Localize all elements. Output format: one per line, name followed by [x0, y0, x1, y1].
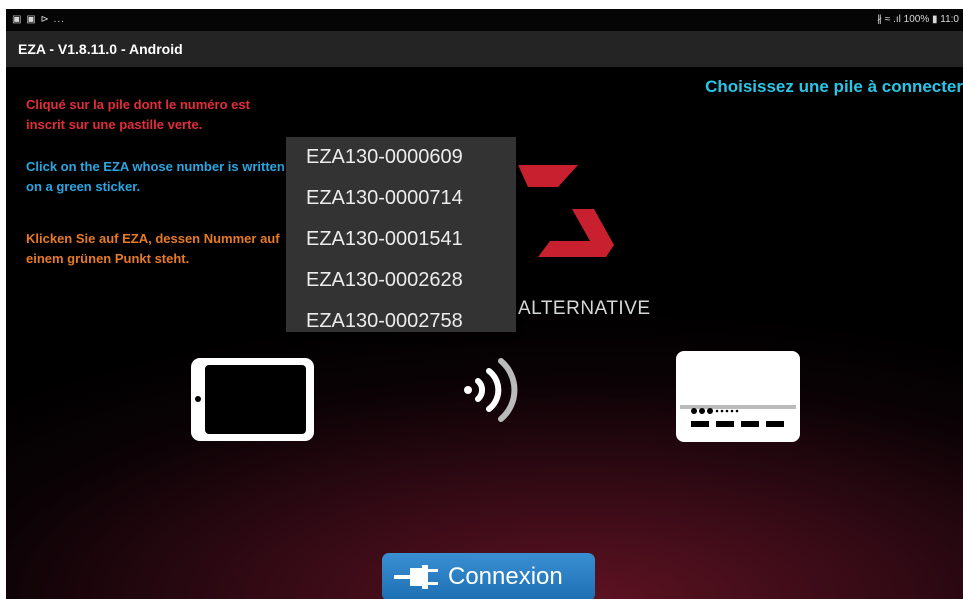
main-content: Choisissez une pile à connecter Cliqué s… [6, 67, 963, 599]
battery-device-icon [676, 351, 800, 442]
instruction-english: Click on the EZA whose number is written… [26, 159, 285, 194]
instruction-german: Klicken Sie auf EZA, dessen Nummer auf e… [26, 231, 280, 266]
device-list-item[interactable]: EZA130-0002758 [286, 301, 516, 332]
device-list-item[interactable]: EZA130-0000714 [286, 178, 516, 219]
eza-logo-mark [518, 165, 614, 257]
logo-text: ALTERNATIVE [518, 298, 651, 319]
notification-icons: ▣ ▣ ⊳ ... [12, 14, 65, 25]
tablet-icon [191, 358, 314, 441]
device-list-item[interactable]: EZA130-0002628 [286, 260, 516, 301]
connect-button-label: Connexion [448, 563, 563, 590]
device-dropdown-list[interactable]: EZA130-0000609 EZA130-0000714 EZA130-000… [286, 137, 516, 332]
app-title-bar: EZA - V1.8.11.0 - Android [6, 31, 963, 67]
wireless-signal-icon [464, 358, 518, 422]
app-frame: ▣ ▣ ⊳ ... ∦ ≈ .ıl 100% ▮ 11:0 EZA - V1.8… [6, 9, 963, 599]
instruction-french: Cliqué sur la pile dont le numéro est in… [26, 97, 250, 132]
device-list-item[interactable]: EZA130-0001541 [286, 219, 516, 260]
system-indicators: ∦ ≈ .ıl 100% ▮ 11:0 [877, 14, 959, 25]
connect-button[interactable]: Connexion [382, 553, 595, 599]
plug-icon [394, 565, 438, 589]
app-title: EZA - V1.8.11.0 - Android [18, 41, 183, 57]
device-list-item[interactable]: EZA130-0000609 [286, 137, 516, 178]
page-heading: Choisissez une pile à connecter [705, 77, 963, 96]
android-status-bar: ▣ ▣ ⊳ ... ∦ ≈ .ıl 100% ▮ 11:0 [6, 9, 963, 31]
